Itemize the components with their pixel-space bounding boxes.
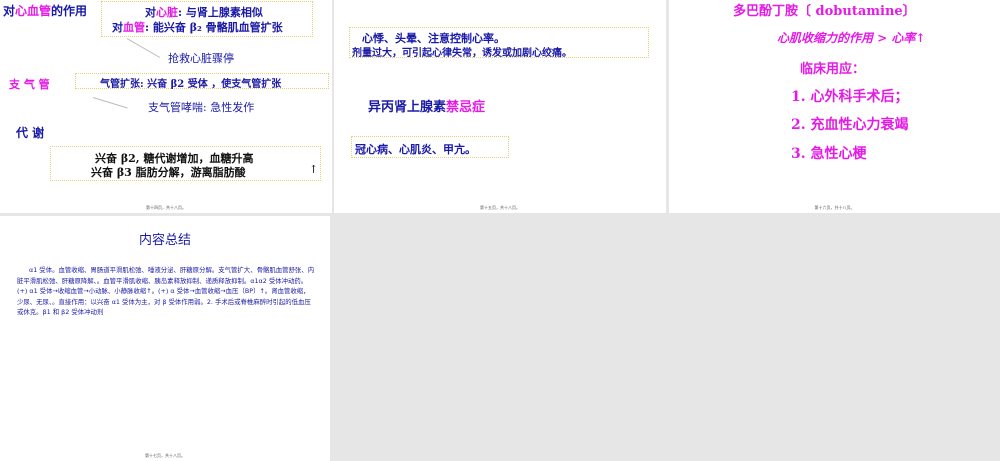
- note: 支气管哮喘: 急性发作: [148, 101, 255, 114]
- page-footer: 第十四页，共十八页。: [146, 205, 186, 210]
- list-item: 2. 充血性心力衰竭: [791, 117, 909, 133]
- heading: 异丙肾上腺素禁忌症: [368, 96, 485, 115]
- section-label: 支 气 管: [9, 78, 50, 91]
- text: 临床用应：: [800, 62, 866, 77]
- section-label: 代 谢: [16, 126, 45, 140]
- vessel-text: 对血管: 能兴奋 β₂ 骨骼肌血管扩张: [112, 19, 283, 35]
- slide-17[interactable]: 内容总结 α1 受体。血管收缩、胃肠道平滑肌松弛、唾液分泌、肝糖原分解。支气管扩…: [0, 216, 330, 461]
- metab-text: 兴奋 β3 脂肪分解，游离脂肪酸: [91, 166, 246, 179]
- slide-16[interactable]: 多巴酚丁胺〔 dobutamine〕 心肌收缩力的作用 > 心率↑ 临床用应： …: [669, 0, 1000, 213]
- page-footer: 第十七页，共十八页。: [145, 453, 185, 458]
- text: 对: [112, 21, 123, 34]
- text: 心血管: [15, 4, 52, 18]
- slide-title: 多巴酚丁胺〔 dobutamine〕: [733, 4, 916, 19]
- text: : 能兴奋 β₂ 骨骼肌血管扩张: [145, 21, 283, 34]
- text: 对: [145, 6, 156, 19]
- list-item: 3. 急性心梗: [791, 146, 867, 162]
- slide-14[interactable]: 对心血管的作用 对心脏: 与肾上腺素相似 对血管: 能兴奋 β₂ 骨骼肌血管扩张…: [0, 0, 332, 213]
- text: 禁忌症: [446, 100, 486, 115]
- up-arrow-icon: ↑: [915, 31, 926, 45]
- connector-line: [126, 38, 161, 58]
- up-arrow-icon: ↑: [309, 163, 319, 176]
- text: 剂量过大，可引起心律失常，诱发或加剧心绞痛。: [352, 48, 572, 59]
- slide-15[interactable]: 心悸、头晕、注意控制心率。 剂量过大，可引起心律失常，诱发或加剧心绞痛。 异丙肾…: [334, 0, 666, 213]
- page-footer: 第十六页，共十八页。: [814, 205, 855, 210]
- connector-line: [92, 97, 128, 109]
- text: 异丙肾上腺素: [368, 100, 447, 115]
- list-item: 1. 心外科手术后；: [791, 89, 909, 105]
- text: 对: [3, 4, 16, 18]
- text: 的作用: [51, 4, 88, 18]
- page-footer: 第十五页，共十八页。: [480, 205, 520, 210]
- text: : 与肾上腺素相似: [178, 6, 263, 19]
- text: 冠心病、心肌炎、甲亢。: [355, 143, 476, 156]
- summary-text: α1 受体。血管收缩、胃肠道平滑肌松弛、唾液分泌、肝糖原分解。支气管扩大、骨骼肌…: [17, 266, 315, 316]
- line: 心肌收缩力的作用 > 心率↑: [777, 29, 925, 46]
- text: 心脏: [156, 6, 178, 19]
- text: 心肌收缩力的作用 > 心率: [777, 31, 916, 45]
- slide-title: 内容总结: [138, 233, 191, 248]
- slide-title: 对心血管的作用: [3, 2, 87, 19]
- bronchus-text: 气管扩张: 兴奋 β2 受体 ，使支气管扩张: [100, 79, 282, 90]
- heart-text: 对心脏: 与肾上腺素相似: [145, 4, 263, 20]
- note: 抢救心脏骤停: [168, 52, 234, 65]
- text: 血管: [123, 21, 145, 34]
